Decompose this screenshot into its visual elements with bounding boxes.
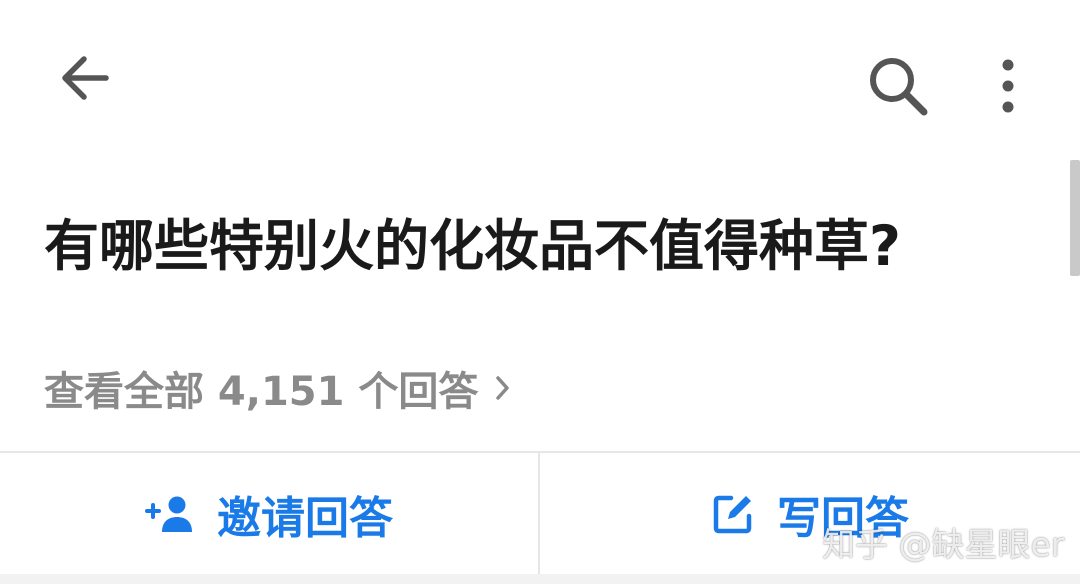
question-page: 有哪些特别火的化妆品不值得种草? 查看全部 4,151 个回答 邀请回答 写回答… [0, 0, 1080, 584]
top-toolbar [0, 0, 1080, 150]
view-all-answers-label: 查看全部 4,151 个回答 [44, 369, 479, 415]
more-options-button[interactable] [988, 48, 1028, 124]
search-icon [870, 58, 928, 116]
more-vertical-icon [1002, 59, 1014, 113]
question-title: 有哪些特别火的化妆品不值得种草? [44, 214, 901, 278]
invite-answer-button[interactable]: 邀请回答 [0, 453, 538, 574]
back-button[interactable] [48, 42, 120, 114]
search-button[interactable] [860, 48, 936, 124]
add-user-icon [145, 494, 195, 534]
chevron-right-icon [494, 373, 512, 403]
arrow-left-icon [62, 56, 109, 100]
scrollbar-thumb[interactable] [1070, 160, 1080, 276]
watermark: 知乎 @缺星眼er [822, 525, 1065, 564]
edit-icon [711, 492, 755, 536]
view-all-answers-link[interactable]: 查看全部 4,151 个回答 [44, 358, 512, 418]
invite-answer-label: 邀请回答 [217, 492, 393, 544]
bottom-separator-strip [0, 574, 1080, 584]
